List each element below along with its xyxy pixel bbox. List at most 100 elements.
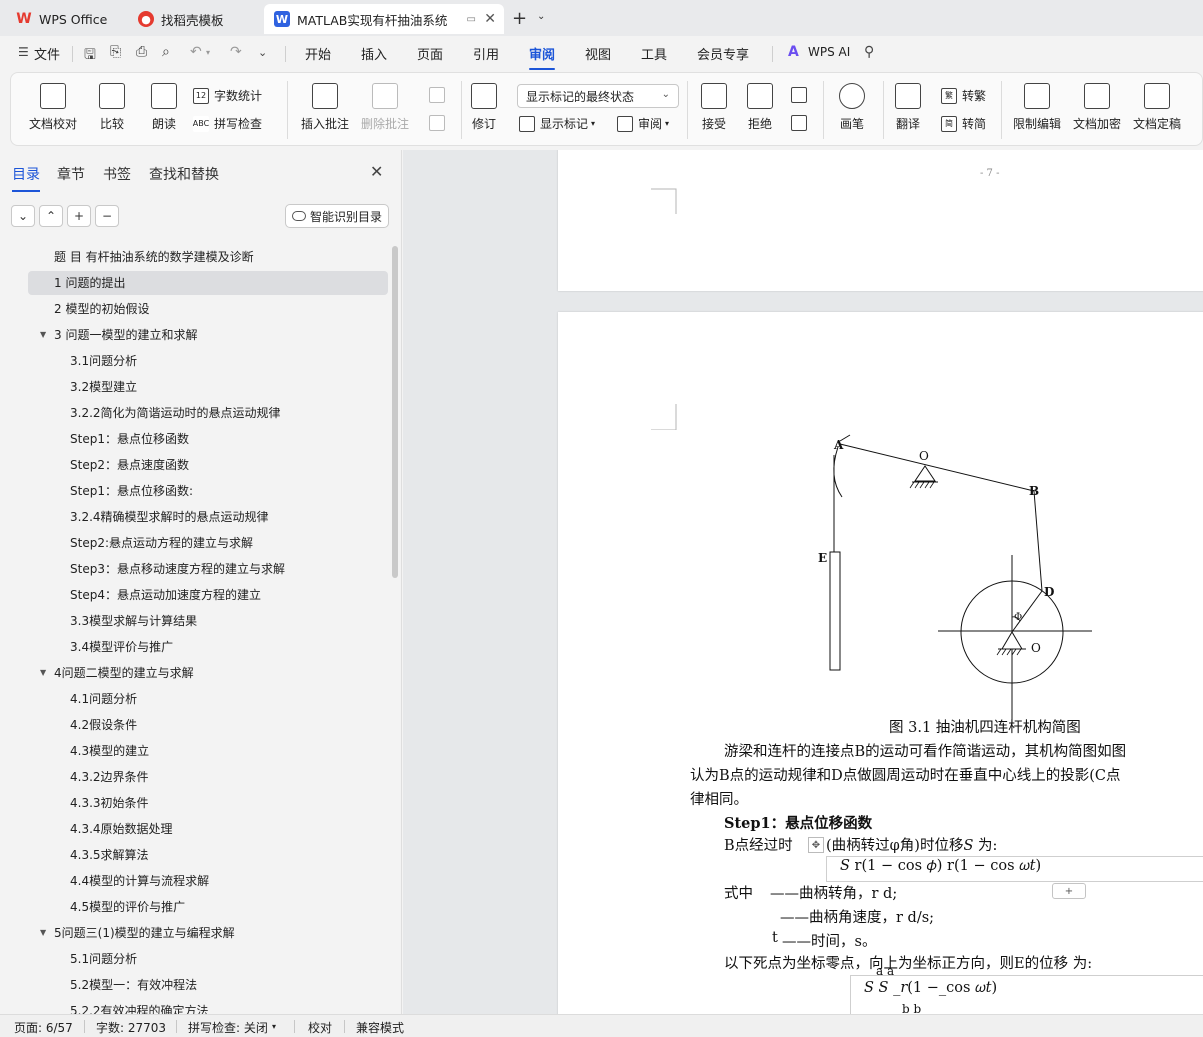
ink-button[interactable]: 画笔 [839, 83, 865, 132]
word-count-button[interactable]: 12 字数统计 [193, 87, 262, 104]
tab-wps-office[interactable]: W WPS Office [6, 4, 122, 34]
expand-formula-button[interactable]: + [1052, 883, 1086, 899]
save-icon[interactable]: 🖫 [84, 44, 96, 68]
toc-item[interactable]: 4.3.4原始数据处理 [28, 817, 388, 841]
move-handle-icon[interactable]: ✥ [808, 837, 824, 853]
toc-item[interactable]: 3.3模型求解与计算结果 [28, 609, 388, 633]
toc-item[interactable]: Step2：悬点速度函数 [28, 453, 388, 477]
translate-button[interactable]: 翻译 [895, 83, 921, 132]
menu-tools[interactable]: 工具 [641, 44, 667, 63]
toc-item[interactable]: Step2:悬点运动方程的建立与求解 [28, 531, 388, 555]
spell-check-button[interactable]: ABC 拼写检查 [193, 115, 262, 132]
close-tab-icon[interactable]: ✕ [484, 11, 496, 27]
toc-item[interactable]: Step3：悬点移动速度方程的建立与求解 [28, 557, 388, 581]
close-icon[interactable]: ✕ [370, 162, 383, 181]
print-preview-icon[interactable]: ⌕ [162, 44, 170, 60]
wps-ai-icon[interactable]: A [788, 44, 799, 60]
toc-item[interactable]: 4.1问题分析 [28, 687, 388, 711]
reject-button[interactable]: 拒绝 [747, 83, 773, 132]
toc-item[interactable]: 4.3.5求解算法 [28, 843, 388, 867]
tab-sections[interactable]: 章节 [57, 164, 85, 184]
markup-state-select[interactable]: 显示标记的最终状态 ⌄ [517, 84, 679, 108]
search-icon[interactable]: ⚲ [864, 44, 874, 60]
file-menu[interactable]: 文件 [34, 44, 60, 63]
menu-references[interactable]: 引用 [473, 44, 499, 63]
tab-template[interactable]: ● 找稻壳模板 [128, 4, 260, 34]
hamburger-icon[interactable]: ☰ [18, 45, 29, 59]
toc-item[interactable]: 5.2.2有效冲程的确定方法 [28, 999, 388, 1014]
page-indicator[interactable]: 页面: 6/57 [14, 1019, 73, 1036]
review-pane-button[interactable]: 审阅 ▾ [617, 115, 669, 132]
toc-item[interactable]: ▼ 4问题二模型的建立与求解 [28, 661, 388, 685]
doc-finalize-button[interactable]: 文档定稿 [1133, 83, 1181, 132]
new-tab-icon[interactable]: + [512, 8, 527, 29]
undo-icon[interactable]: ↶ [190, 44, 202, 60]
toc-item[interactable]: ▼ 3 问题一模型的建立和求解 [28, 323, 388, 347]
toc-item[interactable]: 3.4模型评价与推广 [28, 635, 388, 659]
doc-check-button[interactable]: 文档校对 [29, 83, 77, 132]
next-change-button[interactable] [791, 115, 812, 131]
export-icon[interactable]: ⎘ [110, 44, 121, 60]
chevron-down-icon[interactable]: ⌄ [537, 11, 545, 22]
tab-find-replace[interactable]: 查找和替换 [149, 164, 219, 184]
add-heading-button[interactable]: + [67, 205, 91, 227]
toc-item[interactable]: 3.2模型建立 [28, 375, 388, 399]
restrict-edit-button[interactable]: 限制编辑 [1013, 83, 1061, 132]
toc-item[interactable]: 3.2.4精确模型求解时的悬点运动规律 [28, 505, 388, 529]
expand-arrow-icon[interactable]: ▼ [40, 661, 46, 685]
toc-item[interactable]: 题 目 有杆抽油系统的数学建模及诊断 [28, 245, 388, 269]
toc-item[interactable]: 3.2.2简化为简谐运动时的悬点运动规律 [28, 401, 388, 425]
prev-change-button[interactable] [791, 87, 812, 103]
toc-item[interactable]: 1 问题的提出 [28, 271, 388, 295]
toc-item[interactable]: 3.1问题分析 [28, 349, 388, 373]
menu-view[interactable]: 视图 [585, 44, 611, 63]
toc-item[interactable]: 2 模型的初始假设 [28, 297, 388, 321]
insert-comment-button[interactable]: 插入批注 [301, 83, 349, 132]
prev-comment-button[interactable] [429, 87, 450, 103]
toc-item[interactable]: 4.3模型的建立 [28, 739, 388, 763]
tab-bookmarks[interactable]: 书签 [103, 164, 131, 184]
toc-item[interactable]: 5.1问题分析 [28, 947, 388, 971]
compare-button[interactable]: 比较 [99, 83, 125, 132]
toc-item[interactable]: ▼ 5问题三(1)模型的建立与编程求解 [28, 921, 388, 945]
toc-item[interactable]: 4.2假设条件 [28, 713, 388, 737]
menu-insert[interactable]: 插入 [361, 44, 387, 63]
expand-arrow-icon[interactable]: ▼ [40, 921, 46, 945]
next-comment-button[interactable] [429, 115, 450, 131]
expand-arrow-icon[interactable]: ▼ [40, 323, 46, 347]
word-count-indicator[interactable]: 字数: 27703 [96, 1019, 166, 1036]
menu-home[interactable]: 开始 [305, 44, 331, 63]
to-simplified-button[interactable]: 简 转简 [941, 115, 986, 132]
menu-membership[interactable]: 会员专享 [697, 44, 749, 63]
toc-item[interactable]: 4.3.2边界条件 [28, 765, 388, 789]
collapse-all-button[interactable]: ⌃ [39, 205, 63, 227]
accept-button[interactable]: 接受 [701, 83, 727, 132]
expand-all-button[interactable]: ⌄ [11, 205, 35, 227]
toc-item[interactable]: 4.4模型的计算与流程求解 [28, 869, 388, 893]
wps-ai-button[interactable]: WPS AI [808, 45, 850, 59]
delete-comment-button[interactable]: 删除批注 [361, 83, 409, 132]
print-icon[interactable]: ⎙ [136, 44, 147, 60]
toc-item[interactable]: Step4：悬点运动加速度方程的建立 [28, 583, 388, 607]
smart-toc-button[interactable]: 智能识别目录 [285, 204, 389, 228]
monitor-icon[interactable]: ▭ [467, 14, 476, 25]
toc-item[interactable]: 5.2模型一：有效冲程法 [28, 973, 388, 997]
tab-document[interactable]: W MATLAB实现有杆抽油系统的 ▭ ✕ [264, 4, 504, 34]
to-traditional-button[interactable]: 繁 转繁 [941, 87, 986, 104]
proofread-indicator[interactable]: 校对 [308, 1019, 332, 1036]
toc-item[interactable]: 4.3.3初始条件 [28, 791, 388, 815]
chevron-down-icon[interactable]: ⌄ [258, 46, 267, 59]
toc-item[interactable]: Step1：悬点位移函数: [28, 479, 388, 503]
document-canvas[interactable]: - 7 - A O B E D Φ O 图 3.1 抽油机四连杆机构简图 游梁和… [403, 150, 1203, 1014]
toc-scrollbar[interactable] [392, 246, 398, 578]
tab-toc[interactable]: 目录 [12, 164, 40, 192]
chevron-down-icon[interactable]: ▾ [272, 1022, 276, 1031]
redo-icon[interactable]: ↷ [230, 44, 242, 60]
remove-heading-button[interactable]: − [95, 205, 119, 227]
chevron-down-icon[interactable]: ▾ [206, 48, 210, 57]
toc-item[interactable]: Step1：悬点位移函数 [28, 427, 388, 451]
toc-item[interactable]: 4.5模型的评价与推广 [28, 895, 388, 919]
read-aloud-button[interactable]: 朗读 [151, 83, 177, 132]
show-markup-button[interactable]: 显示标记 ▾ [519, 115, 595, 132]
track-changes-button[interactable]: 修订 [471, 83, 497, 132]
